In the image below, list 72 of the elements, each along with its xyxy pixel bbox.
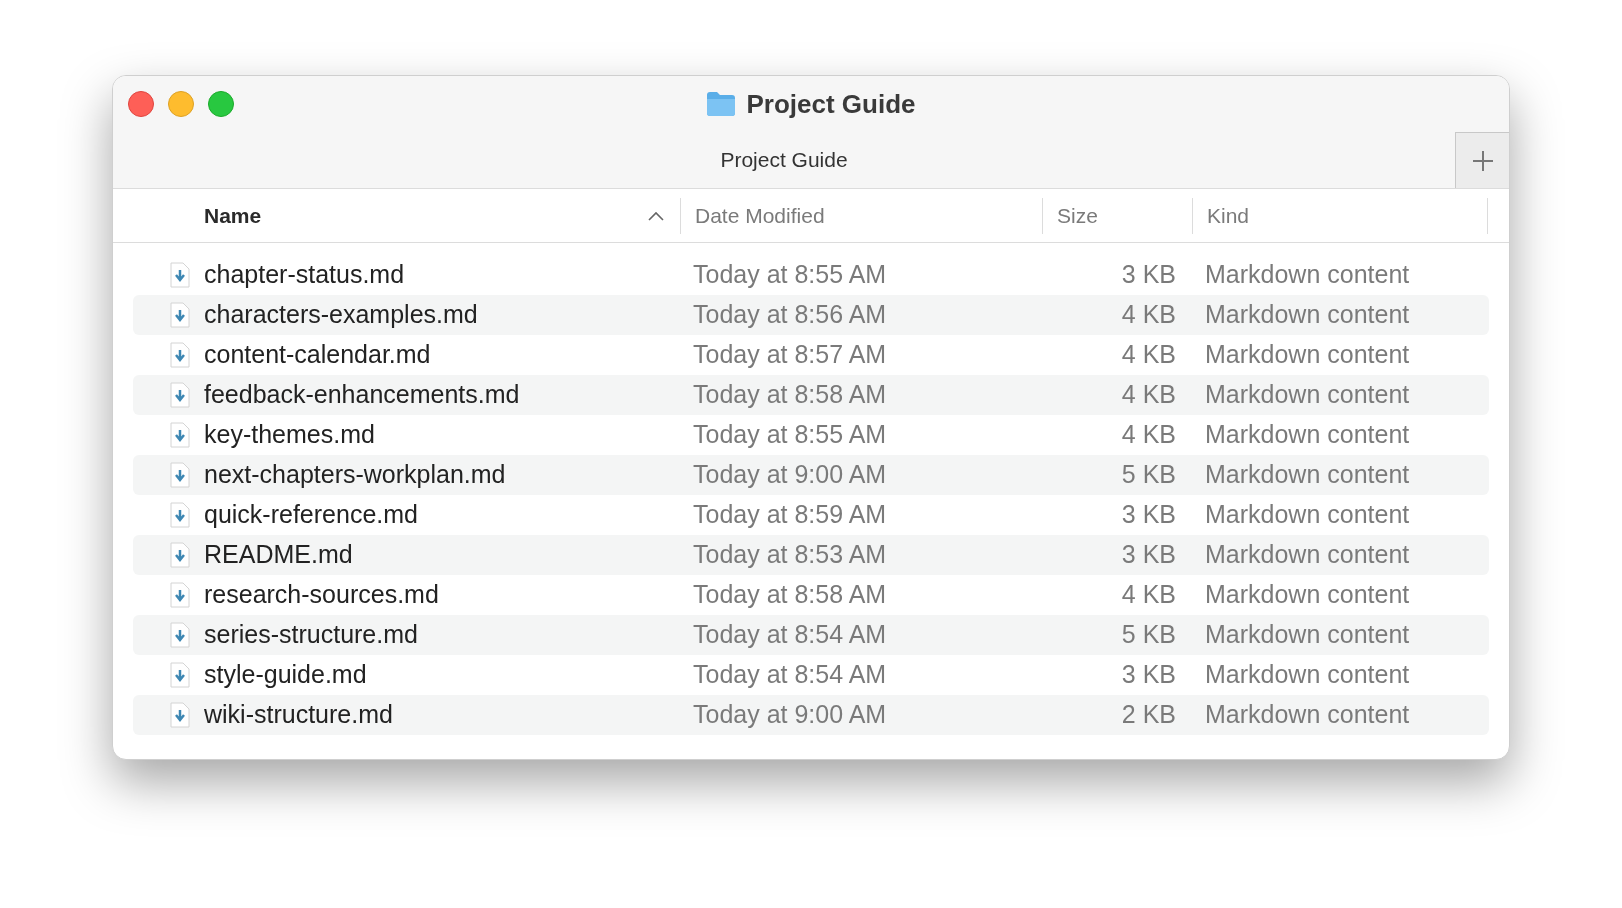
file-kind: Markdown content — [1205, 300, 1410, 329]
file-name: key-themes.md — [204, 420, 375, 449]
file-name: next-chapters-workplan.md — [204, 460, 506, 489]
file-size: 5 KB — [1121, 620, 1176, 649]
file-size: 5 KB — [1121, 460, 1176, 489]
zoom-button[interactable] — [208, 91, 234, 117]
file-name: research-sources.md — [204, 580, 439, 609]
file-name: style-guide.md — [204, 660, 367, 689]
new-tab-button[interactable] — [1455, 132, 1509, 188]
column-header[interactable]: Kind — [1207, 199, 1250, 232]
markdown-file-icon — [170, 262, 190, 288]
file-kind: Markdown content — [1205, 660, 1410, 689]
date-modified: Today at 8:58 AM — [693, 380, 887, 409]
file-size: 3 KB — [1121, 260, 1176, 289]
file-size: 4 KB — [1121, 580, 1176, 609]
date-modified: Today at 9:00 AM — [693, 700, 887, 729]
markdown-file-icon — [170, 462, 190, 488]
date-modified: Today at 8:54 AM — [693, 660, 887, 689]
file-size: 4 KB — [1121, 380, 1176, 409]
window-title: Project Guide — [746, 87, 916, 121]
markdown-file-icon — [170, 702, 190, 728]
file-size: 4 KB — [1121, 340, 1176, 369]
file-kind: Markdown content — [1205, 580, 1410, 609]
close-button[interactable] — [128, 91, 154, 117]
plus-icon — [1471, 149, 1494, 172]
column-header[interactable]: Name — [204, 199, 262, 232]
file-name: quick-reference.md — [204, 500, 418, 529]
file-kind: Markdown content — [1205, 500, 1410, 529]
chevron-up-icon — [648, 210, 664, 221]
minimize-button[interactable] — [168, 91, 194, 117]
file-kind: Markdown content — [1205, 460, 1410, 489]
date-modified: Today at 8:55 AM — [693, 260, 887, 289]
file-kind: Markdown content — [1205, 540, 1410, 569]
date-modified: Today at 9:00 AM — [693, 460, 887, 489]
file-name: characters-examples.md — [204, 300, 478, 329]
file-kind: Markdown content — [1205, 700, 1410, 729]
markdown-file-icon — [170, 302, 190, 328]
date-modified: Today at 8:54 AM — [693, 620, 887, 649]
date-modified: Today at 8:57 AM — [693, 340, 887, 369]
file-name: README.md — [204, 540, 353, 569]
column-header[interactable]: Date Modified — [695, 199, 825, 232]
folder-icon — [706, 91, 737, 117]
markdown-file-icon — [170, 502, 190, 528]
markdown-file-icon — [170, 582, 190, 608]
markdown-file-icon — [170, 342, 190, 368]
markdown-file-icon — [170, 662, 190, 688]
date-modified: Today at 8:58 AM — [693, 580, 887, 609]
date-modified: Today at 8:55 AM — [693, 420, 887, 449]
file-kind: Markdown content — [1205, 620, 1410, 649]
date-modified: Today at 8:59 AM — [693, 500, 887, 529]
file-size: 4 KB — [1121, 420, 1176, 449]
markdown-file-icon — [170, 622, 190, 648]
file-name: feedback-enhancements.md — [204, 380, 520, 409]
file-kind: Markdown content — [1205, 260, 1410, 289]
file-size: 3 KB — [1121, 660, 1176, 689]
file-name: series-structure.md — [204, 620, 418, 649]
file-kind: Markdown content — [1205, 380, 1410, 409]
file-size: 3 KB — [1121, 500, 1176, 529]
column-header[interactable]: Size — [1057, 199, 1098, 232]
markdown-file-icon — [170, 542, 190, 568]
file-size: 4 KB — [1121, 300, 1176, 329]
file-size: 3 KB — [1121, 540, 1176, 569]
file-name: wiki-structure.md — [204, 700, 393, 729]
file-kind: Markdown content — [1205, 340, 1410, 369]
file-name: chapter-status.md — [204, 260, 405, 289]
file-size: 2 KB — [1121, 700, 1176, 729]
date-modified: Today at 8:56 AM — [693, 300, 887, 329]
file-kind: Markdown content — [1205, 420, 1410, 449]
markdown-file-icon — [170, 422, 190, 448]
date-modified: Today at 8:53 AM — [693, 540, 887, 569]
markdown-file-icon — [170, 382, 190, 408]
file-name: content-calendar.md — [204, 340, 431, 369]
